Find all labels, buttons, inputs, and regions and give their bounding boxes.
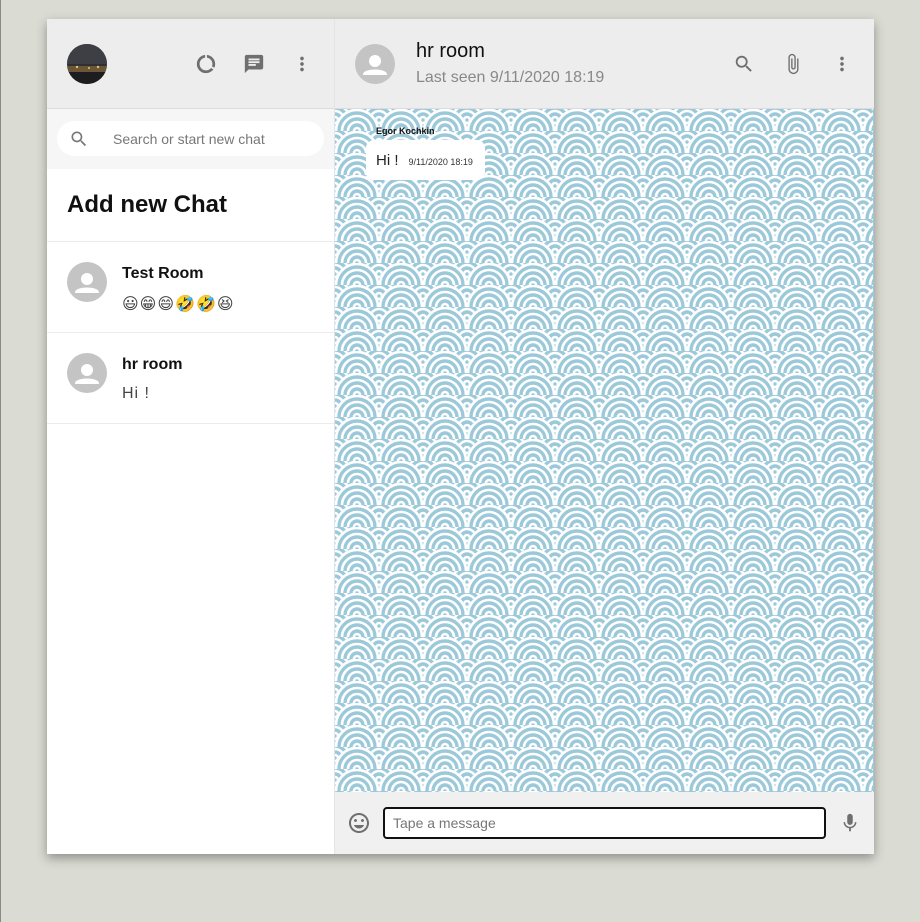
- room-name: hr room: [416, 40, 485, 62]
- search-icon: [735, 55, 752, 72]
- chat-background-pattern: [335, 109, 873, 792]
- message-time: 9/11/2020 18:19: [408, 157, 473, 167]
- user-avatar[interactable]: [67, 43, 107, 84]
- add-new-chat[interactable]: Add new Chat: [47, 169, 334, 242]
- attach-button[interactable]: [781, 52, 805, 76]
- search-icon: [71, 131, 87, 146]
- person-icon: [75, 273, 99, 293]
- chat-list-item[interactable]: Test Room 😃😁😄🤣🤣😆: [47, 242, 334, 333]
- search-messages-button[interactable]: [732, 52, 756, 76]
- chat-name: Test Room: [122, 265, 204, 282]
- message-sender: Egor Kochkin: [376, 126, 435, 136]
- person-icon: [75, 364, 99, 384]
- status-button[interactable]: [194, 52, 218, 76]
- search-input[interactable]: [113, 130, 303, 147]
- chat-info: Test Room 😃😁😄🤣🤣😆: [122, 262, 235, 314]
- search-box: [57, 121, 324, 156]
- message-text: Hi !: [376, 151, 399, 169]
- chat-icon: [244, 54, 264, 73]
- person-icon: [363, 54, 387, 75]
- new-chat-button[interactable]: [242, 52, 266, 76]
- message-input[interactable]: [383, 807, 826, 839]
- attach-icon: [788, 53, 799, 74]
- chat-last-message: 😃😁😄🤣🤣😆: [122, 296, 235, 313]
- sidebar-menu-button[interactable]: [290, 52, 314, 76]
- chat-app: Add new Chat Test Room 😃😁😄🤣🤣😆: [47, 19, 874, 854]
- chat-last-message: Hi !: [122, 385, 150, 402]
- chat-info: hr room Hi !: [122, 353, 182, 403]
- more-vert-icon: [840, 56, 844, 71]
- sidebar: Add new Chat Test Room 😃😁😄🤣🤣😆: [47, 19, 335, 854]
- chat-avatar: [67, 353, 107, 393]
- chat-avatar: [67, 262, 107, 302]
- emoji-icon: [349, 813, 369, 833]
- more-vert-icon: [300, 56, 304, 71]
- chat-header: hr room Last seen 9/11/2020 18:19: [335, 19, 874, 109]
- chat-name: hr room: [122, 356, 183, 373]
- room-avatar[interactable]: [355, 43, 395, 84]
- voice-message-button[interactable]: [838, 811, 862, 835]
- sidebar-actions: [194, 52, 314, 76]
- sidebar-search: [47, 109, 334, 169]
- sidebar-header: [47, 19, 334, 109]
- chat-list-item[interactable]: hr room Hi !: [47, 333, 334, 424]
- chat-panel: hr room Last seen 9/11/2020 18:19 Egor K…: [335, 19, 874, 854]
- room-info: hr room Last seen 9/11/2020 18:19: [416, 40, 604, 87]
- window-edge: [0, 0, 1, 922]
- emoji-button[interactable]: [347, 811, 371, 835]
- add-new-chat-label: Add new Chat: [67, 191, 227, 218]
- chat-menu-button[interactable]: [830, 52, 854, 76]
- last-seen: Last seen 9/11/2020 18:19: [416, 69, 605, 86]
- data-usage-icon: [196, 54, 216, 73]
- chat-body[interactable]: Egor Kochkin Hi ! 9/11/2020 18:19: [335, 109, 874, 792]
- message-bubble[interactable]: Hi ! 9/11/2020 18:19: [366, 140, 485, 180]
- chat-composer: [335, 792, 874, 854]
- chat-actions: [732, 52, 854, 76]
- mic-icon: [843, 813, 857, 832]
